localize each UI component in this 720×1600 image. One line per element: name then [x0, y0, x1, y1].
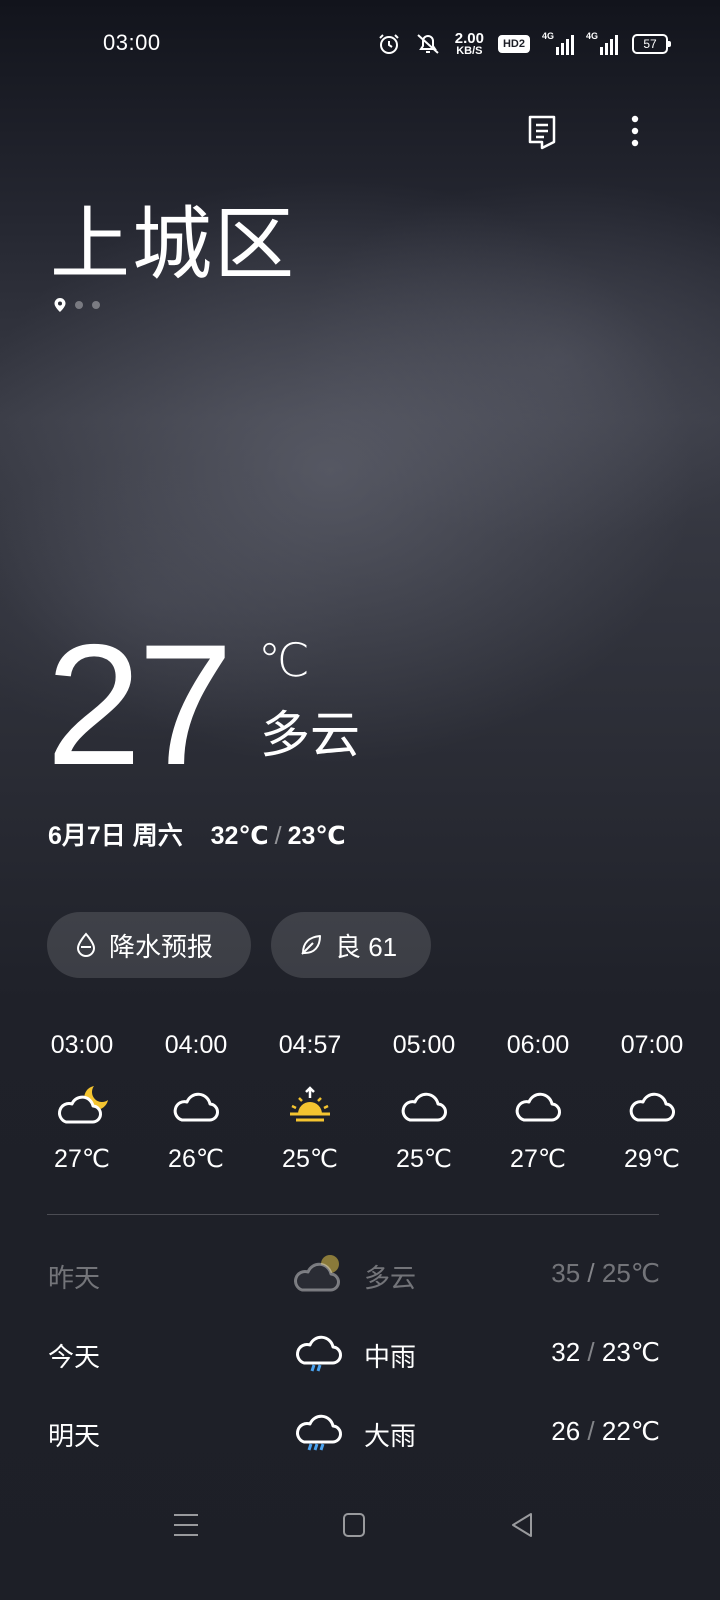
day-condition: 大雨 — [364, 1421, 417, 1451]
signal-icon: 4G — [586, 31, 618, 55]
hour-temp: 27℃ — [54, 1145, 110, 1173]
day-high: 35 — [551, 1258, 581, 1288]
day-condition: 中雨 — [364, 1342, 417, 1372]
leaf-icon — [301, 935, 321, 955]
precipitation-forecast-button[interactable]: 降水预报 — [47, 912, 251, 978]
range-separator: / — [587, 1416, 595, 1446]
page-dot — [92, 301, 100, 309]
current-date: 6月7日 周六 — [48, 822, 183, 850]
day-range: 35 / 25℃ — [551, 1258, 660, 1289]
sunrise-icon — [290, 1086, 330, 1122]
page-dot — [75, 301, 83, 309]
hourly-item: 05:00 25℃ — [374, 1028, 474, 1176]
heavy-rain-icon — [296, 1414, 342, 1451]
hourly-item: 04:00 26℃ — [146, 1028, 246, 1176]
hd-icon: HD2 — [497, 35, 530, 53]
back-button[interactable] — [510, 1512, 534, 1538]
day-low: 25℃ — [601, 1258, 660, 1288]
hour-time: 04:00 — [164, 1031, 228, 1059]
hourly-item: 04:57 25℃ — [260, 1028, 360, 1176]
current-temperature: 27 — [46, 609, 233, 801]
status-time: 03:00 — [103, 30, 161, 55]
today-high: 32℃ — [210, 822, 269, 850]
hour-temp: 29℃ — [624, 1145, 680, 1173]
date-range-line: 6月7日 周六 32℃/23℃ — [48, 820, 346, 852]
hour-temp: 27℃ — [510, 1145, 566, 1173]
hour-temp: 25℃ — [282, 1145, 338, 1173]
alarm-icon — [379, 34, 399, 54]
hourly-item: 07:00 29℃ — [602, 1028, 702, 1176]
day-range: 26 / 22℃ — [551, 1416, 660, 1447]
cloud-sun-icon — [294, 1255, 340, 1292]
sim2-label: 4G — [586, 31, 599, 41]
day-condition: 多云 — [364, 1263, 417, 1293]
speed-value: 2.00 — [454, 29, 484, 47]
report-icon[interactable] — [526, 114, 558, 150]
hourly-item: 06:00 27℃ — [488, 1028, 588, 1176]
day-high: 32 — [551, 1337, 581, 1367]
divider — [47, 1214, 659, 1215]
raindrop-icon — [76, 932, 96, 957]
daily-row-tomorrow[interactable]: 明天 大雨 26 / 22℃ — [48, 1410, 660, 1460]
temperature-unit: ℃ — [258, 634, 310, 686]
more-icon[interactable] — [622, 114, 648, 150]
today-low: 23℃ — [287, 822, 346, 850]
range-separator: / — [274, 822, 282, 850]
day-name: 昨天 — [48, 1263, 101, 1293]
network-speed: 2.00 KB/S — [454, 29, 484, 57]
rain-cloud-icon — [296, 1335, 342, 1372]
signal-icon: 4G — [542, 31, 574, 55]
daily-row-today[interactable]: 今天 中雨 32 / 23℃ — [48, 1331, 660, 1381]
speed-unit: KB/S — [456, 44, 483, 57]
precipitation-forecast-label: 降水预报 — [109, 931, 214, 962]
hour-time: 03:00 — [50, 1031, 114, 1059]
status-icons: 2.00 KB/S HD2 4G 4G 57 — [377, 29, 671, 58]
page-indicator — [54, 298, 100, 312]
mute-icon — [417, 34, 439, 54]
day-low: 23℃ — [601, 1337, 660, 1367]
city-name[interactable]: 上城区 — [50, 200, 296, 290]
current-condition: 多云 — [260, 707, 360, 763]
cloud-icon — [629, 1092, 675, 1122]
air-quality-button[interactable]: 良 61 — [271, 912, 431, 978]
sim1-label: 4G — [542, 31, 555, 41]
air-quality-label: 良 61 — [335, 931, 398, 962]
day-low: 22℃ — [601, 1416, 660, 1446]
hour-time: 05:00 — [392, 1031, 456, 1059]
hour-time: 06:00 — [506, 1031, 570, 1059]
hour-time: 07:00 — [620, 1031, 684, 1059]
range-separator: / — [587, 1337, 595, 1367]
day-name: 明天 — [48, 1421, 101, 1451]
location-pin-icon — [54, 298, 66, 312]
hour-temp: 25℃ — [396, 1145, 452, 1173]
home-button[interactable] — [342, 1512, 366, 1538]
recent-apps-button[interactable] — [172, 1512, 200, 1538]
hourly-item: 03:00 27℃ — [32, 1028, 132, 1176]
cloud-moon-icon — [58, 1086, 108, 1124]
day-range: 32 / 23℃ — [551, 1337, 660, 1368]
daily-row-yesterday[interactable]: 昨天 多云 35 / 25℃ — [48, 1252, 660, 1302]
cloud-icon — [515, 1092, 561, 1122]
day-high: 26 — [551, 1416, 581, 1446]
day-name: 今天 — [48, 1342, 101, 1372]
cloud-icon — [401, 1092, 447, 1122]
battery-icon: 57 — [632, 34, 671, 54]
hour-temp: 26℃ — [168, 1145, 224, 1173]
cloud-icon — [173, 1092, 219, 1122]
range-separator: / — [587, 1258, 595, 1288]
hour-time: 04:57 — [278, 1031, 342, 1059]
